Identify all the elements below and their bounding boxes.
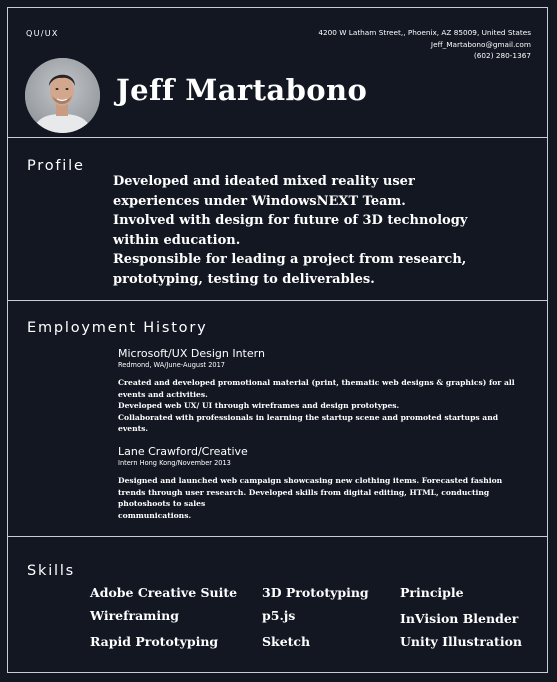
job-desc-line: events and activities. (118, 389, 208, 399)
skill-item: Adobe Creative Suite (90, 585, 238, 600)
avatar (25, 58, 100, 133)
section-title-employment: Employment History (27, 320, 208, 336)
job-entry-2: Lane Crawford/Creative Intern Hong Kong/… (118, 445, 538, 467)
skill-item: Principle (400, 585, 464, 600)
skill-item: Rapid Prototyping (90, 634, 219, 649)
profile-line: within education. (113, 232, 241, 248)
job-desc-line: Collaborated with professionals in learn… (118, 412, 499, 422)
skill-item: Wireframing (90, 608, 179, 623)
skill-item: InVision Blender (400, 611, 519, 626)
job-desc-line: photoshoots to sales (118, 499, 206, 508)
section-title-profile: Profile (27, 158, 85, 174)
job-desc-line: communications. (118, 510, 192, 520)
divider-employment (7, 536, 548, 537)
skill-item: p5.js (262, 608, 296, 623)
job-description-2: Designed and launched web campaign showc… (118, 475, 538, 521)
profile-line: Involved with design for future of 3D te… (113, 213, 468, 229)
contact-email[interactable]: Jeff_Martabono@gmail.com (318, 39, 531, 51)
candidate-name: Jeff Martabono (116, 73, 368, 107)
job-desc-line: Created and developed promotional materi… (118, 378, 515, 387)
skill-item: 3D Prototyping (262, 585, 369, 600)
job-desc-line: trends through user research. Developed … (118, 487, 490, 497)
job-desc-line: Developed web UX/ UI through wireframes … (118, 401, 400, 410)
contact-block: 4200 W Latham Street,, Phoenix, AZ 85009… (318, 27, 531, 62)
job-desc-line: Designed and launched web campaign showc… (118, 476, 503, 485)
divider-header (7, 137, 548, 138)
contact-phone: (602) 280-1367 (473, 51, 531, 60)
profile-photo-icon (25, 58, 100, 133)
job-desc-line: events. (118, 424, 149, 433)
header-tag: QU/UX (26, 29, 59, 38)
job-entry-1: Microsoft/UX Design Intern Redmond, WA/J… (118, 347, 538, 369)
profile-line: Developed and ideated mixed reality user (113, 174, 415, 189)
job-location-date: Intern Hong Kong/November 2013 (118, 459, 231, 467)
profile-line: prototyping, testing to deliverables. (113, 271, 375, 287)
profile-summary: Developed and ideated mixed reality user… (113, 172, 473, 290)
skill-item: Unity Illustration (400, 634, 523, 649)
job-description-1: Created and developed promotional materi… (118, 377, 538, 435)
divider-profile (7, 300, 548, 301)
profile-line: experiences under WindowsNEXT Team. (113, 193, 406, 209)
job-title: Lane Crawford/Creative (118, 445, 248, 458)
profile-line: Responsible for leading a project from r… (113, 252, 467, 268)
contact-address: 4200 W Latham Street,, Phoenix, AZ 85009… (318, 28, 531, 37)
job-title: Microsoft/UX Design Intern (118, 347, 265, 360)
skill-item: Sketch (262, 634, 311, 649)
job-location-date: Redmond, WA/June-August 2017 (118, 361, 225, 369)
section-title-skills: Skills (27, 563, 76, 579)
